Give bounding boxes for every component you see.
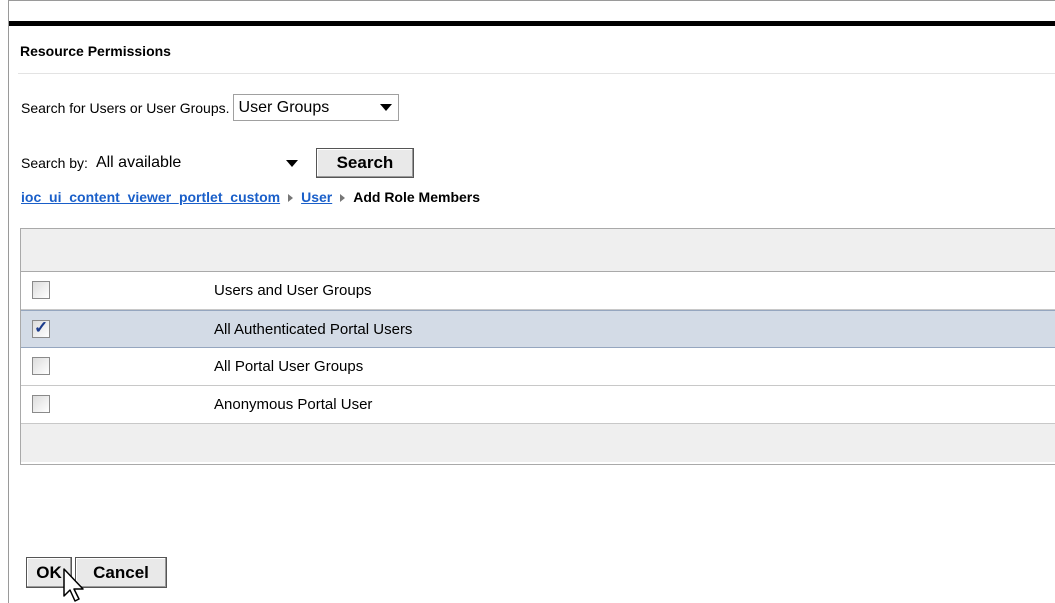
row-label: All Portal User Groups xyxy=(214,358,364,375)
breadcrumb-arrow-icon xyxy=(340,194,346,202)
chevron-down-icon xyxy=(379,104,392,111)
search-by-value: All available xyxy=(95,154,182,171)
breadcrumb-link-portlet[interactable]: ioc_ui_content_viewer_portlet_custom xyxy=(21,189,280,205)
search-button[interactable]: Search xyxy=(315,148,414,178)
breadcrumb-current: Add Role Members xyxy=(353,189,481,205)
breadcrumb: ioc_ui_content_viewer_portlet_custom Use… xyxy=(21,189,480,205)
row-checkbox[interactable] xyxy=(32,281,50,299)
page-title: Resource Permissions xyxy=(20,43,171,59)
row-label: Anonymous Portal User xyxy=(214,396,373,413)
checkmark-icon: ✓ xyxy=(34,318,49,337)
table-row[interactable]: Anonymous Portal User xyxy=(21,386,1055,424)
breadcrumb-link-user[interactable]: User xyxy=(301,189,332,205)
members-table: Users and User Groups ✓ All Authenticate… xyxy=(20,228,1055,465)
search-by-label: Search by: xyxy=(21,155,88,171)
search-for-row: Search for Users or User Groups. User Gr… xyxy=(21,94,399,121)
search-by-select[interactable]: All available xyxy=(89,149,305,177)
table-row[interactable]: All Portal User Groups xyxy=(21,348,1055,386)
search-by-row: Search by: All available Search xyxy=(21,148,414,178)
table-row[interactable]: Users and User Groups xyxy=(21,272,1055,310)
chevron-down-icon xyxy=(285,159,298,167)
search-for-value: User Groups xyxy=(238,98,330,116)
table-header xyxy=(21,229,1055,272)
row-checkbox[interactable] xyxy=(32,395,50,413)
divider xyxy=(18,73,1055,74)
row-checkbox[interactable] xyxy=(32,357,50,375)
row-label: All Authenticated Portal Users xyxy=(214,321,413,338)
header-bar xyxy=(9,21,1055,26)
breadcrumb-arrow-icon xyxy=(288,194,294,202)
cancel-button[interactable]: Cancel xyxy=(75,557,167,588)
row-label: Users and User Groups xyxy=(214,282,372,299)
row-checkbox[interactable]: ✓ xyxy=(32,318,50,338)
action-buttons: OK Cancel xyxy=(26,557,167,588)
table-footer xyxy=(21,424,1055,462)
mouse-pointer-icon xyxy=(63,568,84,602)
table-row[interactable]: ✓ All Authenticated Portal Users xyxy=(21,310,1055,348)
search-for-label: Search for Users or User Groups. xyxy=(21,99,230,116)
search-for-select[interactable]: User Groups xyxy=(232,94,399,121)
